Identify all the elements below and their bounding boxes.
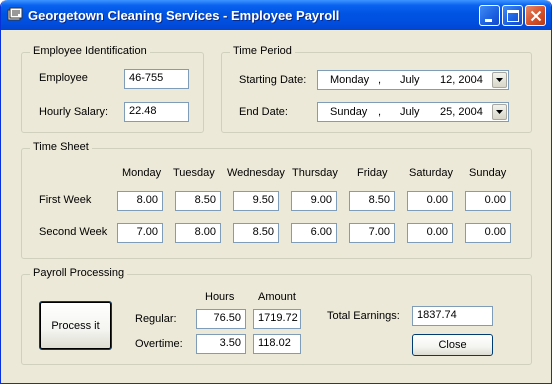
- end-date-dropdown-button[interactable]: [492, 104, 507, 120]
- week1-monday-hours[interactable]: 8.00: [117, 191, 163, 211]
- close-icon: [530, 10, 542, 22]
- minimize-button[interactable]: [479, 5, 500, 26]
- minimize-icon: [485, 19, 492, 22]
- total-earnings-label: Total Earnings:: [327, 310, 400, 322]
- app-icon[interactable]: [7, 7, 23, 23]
- payroll-processing-legend: Payroll Processing: [30, 267, 128, 279]
- chevron-down-icon: [496, 110, 503, 114]
- starting-date-label: Starting Date:: [239, 74, 307, 86]
- week1-sunday-hours[interactable]: 0.00: [465, 191, 511, 211]
- hourly-salary-label: Hourly Salary:: [39, 106, 109, 118]
- week2-thursday-hours[interactable]: 6.00: [291, 223, 337, 243]
- time-period-legend: Time Period: [230, 45, 295, 57]
- time-sheet-legend: Time Sheet: [30, 141, 92, 153]
- end-day: Sunday: [330, 106, 368, 118]
- process-it-button[interactable]: Process it: [39, 301, 112, 350]
- amount-column-header: Amount: [258, 291, 296, 303]
- employee-identification-legend: Employee Identification: [30, 45, 150, 57]
- first-week-label: First Week: [39, 194, 92, 206]
- end-date-year: 25, 2004: [440, 106, 483, 118]
- starting-date-picker[interactable]: Monday , July 12, 2004: [317, 70, 509, 90]
- day-header-sunday: Sunday: [469, 167, 507, 179]
- day-header-friday: Friday: [357, 167, 388, 179]
- regular-hours-field[interactable]: 76.50: [196, 309, 246, 329]
- day-header-tuesday: Tuesday: [173, 167, 215, 179]
- week1-saturday-hours[interactable]: 0.00: [407, 191, 453, 211]
- second-week-label: Second Week: [39, 226, 108, 238]
- week1-friday-hours[interactable]: 8.50: [349, 191, 395, 211]
- week2-friday-hours[interactable]: 7.00: [349, 223, 395, 243]
- week2-tuesday-hours[interactable]: 8.00: [175, 223, 221, 243]
- week2-wednesday-hours[interactable]: 8.50: [233, 223, 279, 243]
- close-button[interactable]: Close: [412, 334, 493, 356]
- payroll-window: Georgetown Cleaning Services - Employee …: [0, 0, 552, 384]
- overtime-hours-field[interactable]: 3.50: [196, 334, 246, 354]
- employee-number-label: Employee: [39, 72, 88, 84]
- regular-label: Regular:: [135, 313, 177, 325]
- day-header-wednesday: Wednesday: [227, 167, 285, 179]
- total-earnings-field[interactable]: 1837.74: [412, 306, 493, 326]
- window-title: Georgetown Cleaning Services - Employee …: [28, 8, 340, 23]
- starting-separator: ,: [378, 74, 382, 86]
- week1-tuesday-hours[interactable]: 8.50: [175, 191, 221, 211]
- starting-day: Monday: [330, 74, 370, 86]
- overtime-amount-field[interactable]: 118.02: [253, 334, 301, 354]
- day-header-monday: Monday: [122, 167, 162, 179]
- title-bar[interactable]: Georgetown Cleaning Services - Employee …: [1, 0, 551, 30]
- week2-saturday-hours[interactable]: 0.00: [407, 223, 453, 243]
- end-date-label: End Date:: [239, 106, 288, 118]
- hourly-salary-field[interactable]: 22.48: [124, 102, 189, 122]
- hours-column-header: Hours: [205, 291, 235, 303]
- week1-wednesday-hours[interactable]: 9.50: [233, 191, 279, 211]
- end-separator: ,: [378, 106, 382, 118]
- employee-number-field[interactable]: 46-755: [124, 69, 189, 89]
- starting-date-year: 12, 2004: [440, 74, 483, 86]
- close-window-button[interactable]: [525, 5, 546, 26]
- regular-amount-field[interactable]: 1719.72: [253, 309, 301, 329]
- starting-month: July: [400, 74, 420, 86]
- chevron-down-icon: [496, 78, 503, 82]
- week2-sunday-hours[interactable]: 0.00: [465, 223, 511, 243]
- end-date-picker[interactable]: Sunday , July 25, 2004: [317, 102, 509, 122]
- maximize-icon: [507, 10, 519, 22]
- week1-thursday-hours[interactable]: 9.00: [291, 191, 337, 211]
- maximize-button[interactable]: [502, 5, 523, 26]
- week2-monday-hours[interactable]: 7.00: [117, 223, 163, 243]
- day-header-thursday: Thursday: [292, 167, 338, 179]
- starting-date-dropdown-button[interactable]: [492, 72, 507, 88]
- overtime-label: Overtime:: [135, 338, 183, 350]
- day-header-saturday: Saturday: [409, 167, 454, 179]
- end-month: July: [400, 106, 420, 118]
